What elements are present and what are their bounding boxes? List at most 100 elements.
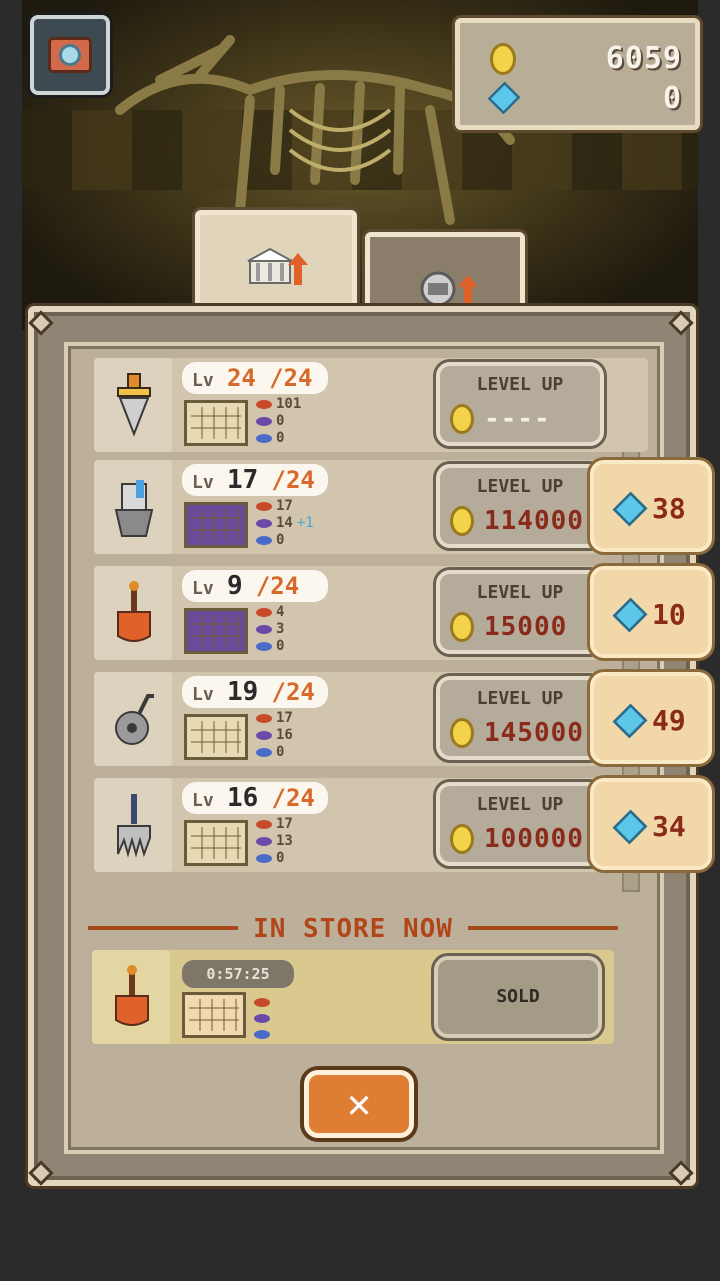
current-level: 17 xyxy=(226,465,259,495)
robot-drill-icon xyxy=(114,480,154,537)
level-up-button[interactable]: LEVEL UP ---- xyxy=(436,362,604,446)
level-up-button[interactable]: LEVEL UP 114000 xyxy=(436,464,604,548)
gold-coin-icon xyxy=(450,612,474,642)
blue-stat-icon xyxy=(256,853,272,863)
current-level: 19 xyxy=(226,677,259,707)
tool-upgrade-icon xyxy=(420,271,478,307)
claw-icon xyxy=(117,794,151,858)
purple-stat-icon xyxy=(254,1013,270,1023)
level-up-cost: 15000 xyxy=(484,612,568,642)
level-up-button[interactable]: LEVEL UP 15000 xyxy=(436,570,604,654)
stat-value: 0 xyxy=(276,850,285,866)
currency-panel: 6059 0 xyxy=(455,18,700,130)
stat-value: 16 xyxy=(276,727,293,743)
red-stat-icon xyxy=(256,819,272,829)
gold-row: 6059 xyxy=(482,41,682,77)
close-button[interactable]: ✕ xyxy=(304,1070,414,1138)
purple-stat-icon xyxy=(256,416,272,426)
gem-cost: 10 xyxy=(652,598,686,631)
game-screen: 6059 0 Lv 24 /24 101 0 0 LEVEL UP ---- L… xyxy=(0,0,720,1281)
gem-upgrade-button[interactable]: 49 xyxy=(590,672,712,764)
camera-button[interactable] xyxy=(30,15,110,95)
blue-stat-icon xyxy=(256,433,272,443)
dig-pattern-grid xyxy=(184,714,248,760)
purple-stat-icon xyxy=(256,518,272,528)
level-up-label: LEVEL UP xyxy=(476,476,564,497)
tool-stats xyxy=(254,988,334,1040)
gem-icon xyxy=(612,703,648,739)
store-timer: 0:57:25 xyxy=(182,960,294,988)
gem-icon xyxy=(612,597,648,633)
stat-value: 17 xyxy=(276,710,293,726)
tool-stats: 17 14 +1 0 xyxy=(256,498,336,550)
stat-bonus: +1 xyxy=(296,515,314,531)
level-pill: Lv 9 /24 xyxy=(182,570,328,602)
gem-upgrade-button[interactable]: 34 xyxy=(590,778,712,870)
max-level: /24 xyxy=(271,466,315,494)
shovel-icon xyxy=(117,581,151,642)
stat-value: 0 xyxy=(276,744,285,760)
level-label: Lv xyxy=(192,370,214,391)
tool-row-robot-drill: Lv 17 /24 17 14 +1 0 LEVEL UP 114000 xyxy=(94,460,648,554)
max-level: /24 xyxy=(271,678,315,706)
max-level: /24 xyxy=(271,784,315,812)
gem-cost: 49 xyxy=(652,704,686,737)
stat-value: 3 xyxy=(276,621,285,637)
tool-icon-box xyxy=(94,358,172,452)
dig-pattern-grid xyxy=(184,502,248,548)
level-up-cost: 100000 xyxy=(484,824,584,854)
level-pill: Lv 17 /24 xyxy=(182,464,328,496)
red-stat-icon xyxy=(256,501,272,511)
level-up-cost: ---- xyxy=(484,404,551,434)
blue-stat-icon xyxy=(256,535,272,545)
tab-museum-upgrade[interactable] xyxy=(195,210,357,310)
red-stat-icon xyxy=(256,607,272,617)
stat-value: 0 xyxy=(276,532,285,548)
close-icon: ✕ xyxy=(346,1081,372,1127)
sold-button[interactable]: SOLD xyxy=(434,956,602,1038)
dig-pattern-grid xyxy=(184,608,248,654)
tool-stats: 4 3 0 xyxy=(256,604,336,656)
gold-amount: 6059 xyxy=(605,41,682,76)
store-header: IN STORE NOW xyxy=(88,910,618,944)
purple-stat-icon xyxy=(256,624,272,634)
level-label: Lv xyxy=(192,684,214,705)
dig-pattern-grid xyxy=(182,992,246,1038)
gem-amount: 0 xyxy=(662,81,682,116)
museum-upgrade-icon xyxy=(247,247,308,285)
level-up-button[interactable]: LEVEL UP 100000 xyxy=(436,782,604,866)
blue-stat-icon xyxy=(254,1029,270,1039)
tool-stats: 101 0 0 xyxy=(256,396,336,448)
saw-icon xyxy=(115,694,154,745)
stat-value: 0 xyxy=(276,430,285,446)
dig-pattern-grid xyxy=(184,400,248,446)
tool-row-claw: Lv 16 /24 17 13 0 LEVEL UP 100000 xyxy=(94,778,648,872)
purple-stat-icon xyxy=(256,836,272,846)
shovel-icon xyxy=(115,965,149,1026)
level-label: Lv xyxy=(192,790,214,811)
gem-icon xyxy=(612,809,648,845)
stat-value: 14 xyxy=(276,515,293,531)
level-pill: Lv 16 /24 xyxy=(182,782,328,814)
gold-coin-icon xyxy=(450,506,474,536)
blue-stat-icon xyxy=(256,641,272,651)
red-stat-icon xyxy=(254,997,270,1007)
tool-icon-box xyxy=(94,778,172,872)
gem-upgrade-button[interactable]: 10 xyxy=(590,566,712,658)
stat-value: 17 xyxy=(276,498,293,514)
gem-upgrade-button[interactable]: 38 xyxy=(590,460,712,552)
tool-stats: 17 13 0 xyxy=(256,816,336,868)
stat-value: 0 xyxy=(276,413,285,429)
tool-icon-box xyxy=(92,950,170,1044)
stat-value: 4 xyxy=(276,604,285,620)
max-level: /24 xyxy=(255,572,300,600)
gem-cost: 38 xyxy=(652,492,686,525)
tool-icon-box xyxy=(94,672,172,766)
level-up-label: LEVEL UP xyxy=(476,374,564,395)
current-level: 24 xyxy=(226,364,256,392)
level-pill: Lv 24 /24 xyxy=(182,362,328,394)
tool-icon-box xyxy=(94,566,172,660)
level-up-button[interactable]: LEVEL UP 145000 xyxy=(436,676,604,760)
gem-icon xyxy=(487,81,521,115)
store-item: 0:57:25 SOLD xyxy=(92,950,614,1044)
